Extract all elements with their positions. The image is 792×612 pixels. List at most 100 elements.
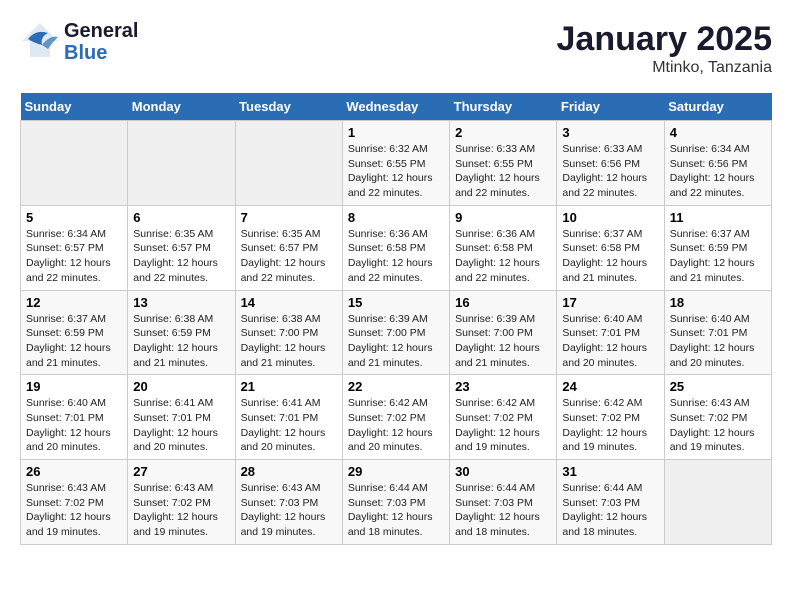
day-number: 12 <box>26 295 122 310</box>
day-header-wednesday: Wednesday <box>342 93 449 121</box>
calendar-cell: 4Sunrise: 6:34 AMSunset: 6:56 PMDaylight… <box>664 121 771 206</box>
day-number: 21 <box>241 379 337 394</box>
day-info: Sunrise: 6:42 AMSunset: 7:02 PMDaylight:… <box>348 396 444 455</box>
calendar-cell: 2Sunrise: 6:33 AMSunset: 6:55 PMDaylight… <box>450 121 557 206</box>
day-number: 23 <box>455 379 551 394</box>
day-number: 27 <box>133 464 229 479</box>
day-info: Sunrise: 6:37 AMSunset: 6:59 PMDaylight:… <box>670 227 766 286</box>
day-number: 29 <box>348 464 444 479</box>
day-info: Sunrise: 6:37 AMSunset: 6:58 PMDaylight:… <box>562 227 658 286</box>
day-info: Sunrise: 6:35 AMSunset: 6:57 PMDaylight:… <box>241 227 337 286</box>
day-header-friday: Friday <box>557 93 664 121</box>
calendar-table: SundayMondayTuesdayWednesdayThursdayFrid… <box>20 93 772 545</box>
day-header-monday: Monday <box>128 93 235 121</box>
day-info: Sunrise: 6:40 AMSunset: 7:01 PMDaylight:… <box>670 312 766 371</box>
day-number: 25 <box>670 379 766 394</box>
day-header-saturday: Saturday <box>664 93 771 121</box>
day-info: Sunrise: 6:40 AMSunset: 7:01 PMDaylight:… <box>562 312 658 371</box>
day-number: 7 <box>241 210 337 225</box>
calendar-week-2: 5 Sunrise: 6:34 AMSunset: 6:57 PMDaylight… <box>21 205 772 290</box>
day-number: 28 <box>241 464 337 479</box>
day-number: 4 <box>670 125 766 140</box>
day-number: 15 <box>348 295 444 310</box>
calendar-week-3: 12 Sunrise: 6:37 AMSunset: 6:59 PMDayligh… <box>21 290 772 375</box>
calendar-cell: 16Sunrise: 6:39 AMSunset: 7:00 PMDayligh… <box>450 290 557 375</box>
day-number: 31 <box>562 464 658 479</box>
calendar-cell: 28 Sunrise: 6:43 AMSunset: 7:03 PMDayligh… <box>235 460 342 545</box>
calendar-cell <box>235 121 342 206</box>
calendar-cell <box>664 460 771 545</box>
day-number: 13 <box>133 295 229 310</box>
day-header-sunday: Sunday <box>21 93 128 121</box>
calendar-cell <box>128 121 235 206</box>
calendar-cell: 29 Sunrise: 6:44 AMSunset: 7:03 PMDayligh… <box>342 460 449 545</box>
day-info: Sunrise: 6:43 AMSunset: 7:02 PMDaylight:… <box>133 481 229 540</box>
day-number: 16 <box>455 295 551 310</box>
calendar-cell: 21Sunrise: 6:41 AMSunset: 7:01 PMDayligh… <box>235 375 342 460</box>
calendar-cell: 15Sunrise: 6:39 AMSunset: 7:00 PMDayligh… <box>342 290 449 375</box>
day-number: 22 <box>348 379 444 394</box>
day-info: Sunrise: 6:42 AMSunset: 7:02 PMDaylight:… <box>562 396 658 455</box>
calendar-cell: 11 Sunrise: 6:37 AMSunset: 6:59 PMDayligh… <box>664 205 771 290</box>
calendar-week-5: 26 Sunrise: 6:43 AMSunset: 7:02 PMDayligh… <box>21 460 772 545</box>
day-info: Sunrise: 6:43 AMSunset: 7:03 PMDaylight:… <box>241 481 337 540</box>
day-number: 20 <box>133 379 229 394</box>
calendar-cell: 27 Sunrise: 6:43 AMSunset: 7:02 PMDayligh… <box>128 460 235 545</box>
day-number: 26 <box>26 464 122 479</box>
day-number: 11 <box>670 210 766 225</box>
calendar-cell: 3 Sunrise: 6:33 AMSunset: 6:56 PMDaylight… <box>557 121 664 206</box>
day-header-tuesday: Tuesday <box>235 93 342 121</box>
calendar-cell: 22 Sunrise: 6:42 AMSunset: 7:02 PMDayligh… <box>342 375 449 460</box>
day-info: Sunrise: 6:36 AMSunset: 6:58 PMDaylight:… <box>455 227 551 286</box>
calendar-cell: 17 Sunrise: 6:40 AMSunset: 7:01 PMDayligh… <box>557 290 664 375</box>
calendar-cell: 10 Sunrise: 6:37 AMSunset: 6:58 PMDayligh… <box>557 205 664 290</box>
logo: General Blue <box>20 20 138 64</box>
calendar-cell: 18 Sunrise: 6:40 AMSunset: 7:01 PMDayligh… <box>664 290 771 375</box>
calendar-cell: 8 Sunrise: 6:36 AMSunset: 6:58 PMDaylight… <box>342 205 449 290</box>
day-info: Sunrise: 6:33 AMSunset: 6:56 PMDaylight:… <box>562 142 658 201</box>
day-info: Sunrise: 6:43 AMSunset: 7:02 PMDaylight:… <box>670 396 766 455</box>
day-number: 24 <box>562 379 658 394</box>
calendar-cell: 25 Sunrise: 6:43 AMSunset: 7:02 PMDayligh… <box>664 375 771 460</box>
day-number: 14 <box>241 295 337 310</box>
logo-text-general: General <box>64 20 138 42</box>
day-info: Sunrise: 6:34 AMSunset: 6:57 PMDaylight:… <box>26 227 122 286</box>
day-info: Sunrise: 6:44 AMSunset: 7:03 PMDaylight:… <box>455 481 551 540</box>
day-info: Sunrise: 6:38 AMSunset: 7:00 PMDaylight:… <box>241 312 337 371</box>
day-number: 8 <box>348 210 444 225</box>
calendar-cell: 19 Sunrise: 6:40 AMSunset: 7:01 PMDayligh… <box>21 375 128 460</box>
calendar-cell <box>21 121 128 206</box>
calendar-header-row: SundayMondayTuesdayWednesdayThursdayFrid… <box>21 93 772 121</box>
day-info: Sunrise: 6:41 AMSunset: 7:01 PMDaylight:… <box>133 396 229 455</box>
day-number: 1 <box>348 125 444 140</box>
page-header: General Blue January 2025 Mtinko, Tanzan… <box>20 20 772 77</box>
calendar-cell: 14 Sunrise: 6:38 AMSunset: 7:00 PMDayligh… <box>235 290 342 375</box>
day-info: Sunrise: 6:37 AMSunset: 6:59 PMDaylight:… <box>26 312 122 371</box>
day-number: 3 <box>562 125 658 140</box>
day-info: Sunrise: 6:33 AMSunset: 6:55 PMDaylight:… <box>455 142 551 201</box>
logo-icon <box>20 21 60 64</box>
calendar-cell: 12 Sunrise: 6:37 AMSunset: 6:59 PMDayligh… <box>21 290 128 375</box>
day-number: 19 <box>26 379 122 394</box>
day-header-thursday: Thursday <box>450 93 557 121</box>
day-info: Sunrise: 6:44 AMSunset: 7:03 PMDaylight:… <box>562 481 658 540</box>
day-info: Sunrise: 6:43 AMSunset: 7:02 PMDaylight:… <box>26 481 122 540</box>
day-number: 5 <box>26 210 122 225</box>
day-info: Sunrise: 6:32 AMSunset: 6:55 PMDaylight:… <box>348 142 444 201</box>
day-info: Sunrise: 6:40 AMSunset: 7:01 PMDaylight:… <box>26 396 122 455</box>
logo-text-blue: Blue <box>64 42 138 64</box>
calendar-cell: 23Sunrise: 6:42 AMSunset: 7:02 PMDayligh… <box>450 375 557 460</box>
calendar-cell: 31 Sunrise: 6:44 AMSunset: 7:03 PMDayligh… <box>557 460 664 545</box>
calendar-subtitle: Mtinko, Tanzania <box>557 59 773 77</box>
day-number: 10 <box>562 210 658 225</box>
calendar-week-4: 19 Sunrise: 6:40 AMSunset: 7:01 PMDayligh… <box>21 375 772 460</box>
calendar-cell: 30 Sunrise: 6:44 AMSunset: 7:03 PMDayligh… <box>450 460 557 545</box>
calendar-cell: 1 Sunrise: 6:32 AMSunset: 6:55 PMDaylight… <box>342 121 449 206</box>
day-number: 18 <box>670 295 766 310</box>
day-info: Sunrise: 6:36 AMSunset: 6:58 PMDaylight:… <box>348 227 444 286</box>
day-number: 17 <box>562 295 658 310</box>
calendar-cell: 5 Sunrise: 6:34 AMSunset: 6:57 PMDaylight… <box>21 205 128 290</box>
calendar-cell: 26 Sunrise: 6:43 AMSunset: 7:02 PMDayligh… <box>21 460 128 545</box>
day-info: Sunrise: 6:44 AMSunset: 7:03 PMDaylight:… <box>348 481 444 540</box>
day-number: 30 <box>455 464 551 479</box>
